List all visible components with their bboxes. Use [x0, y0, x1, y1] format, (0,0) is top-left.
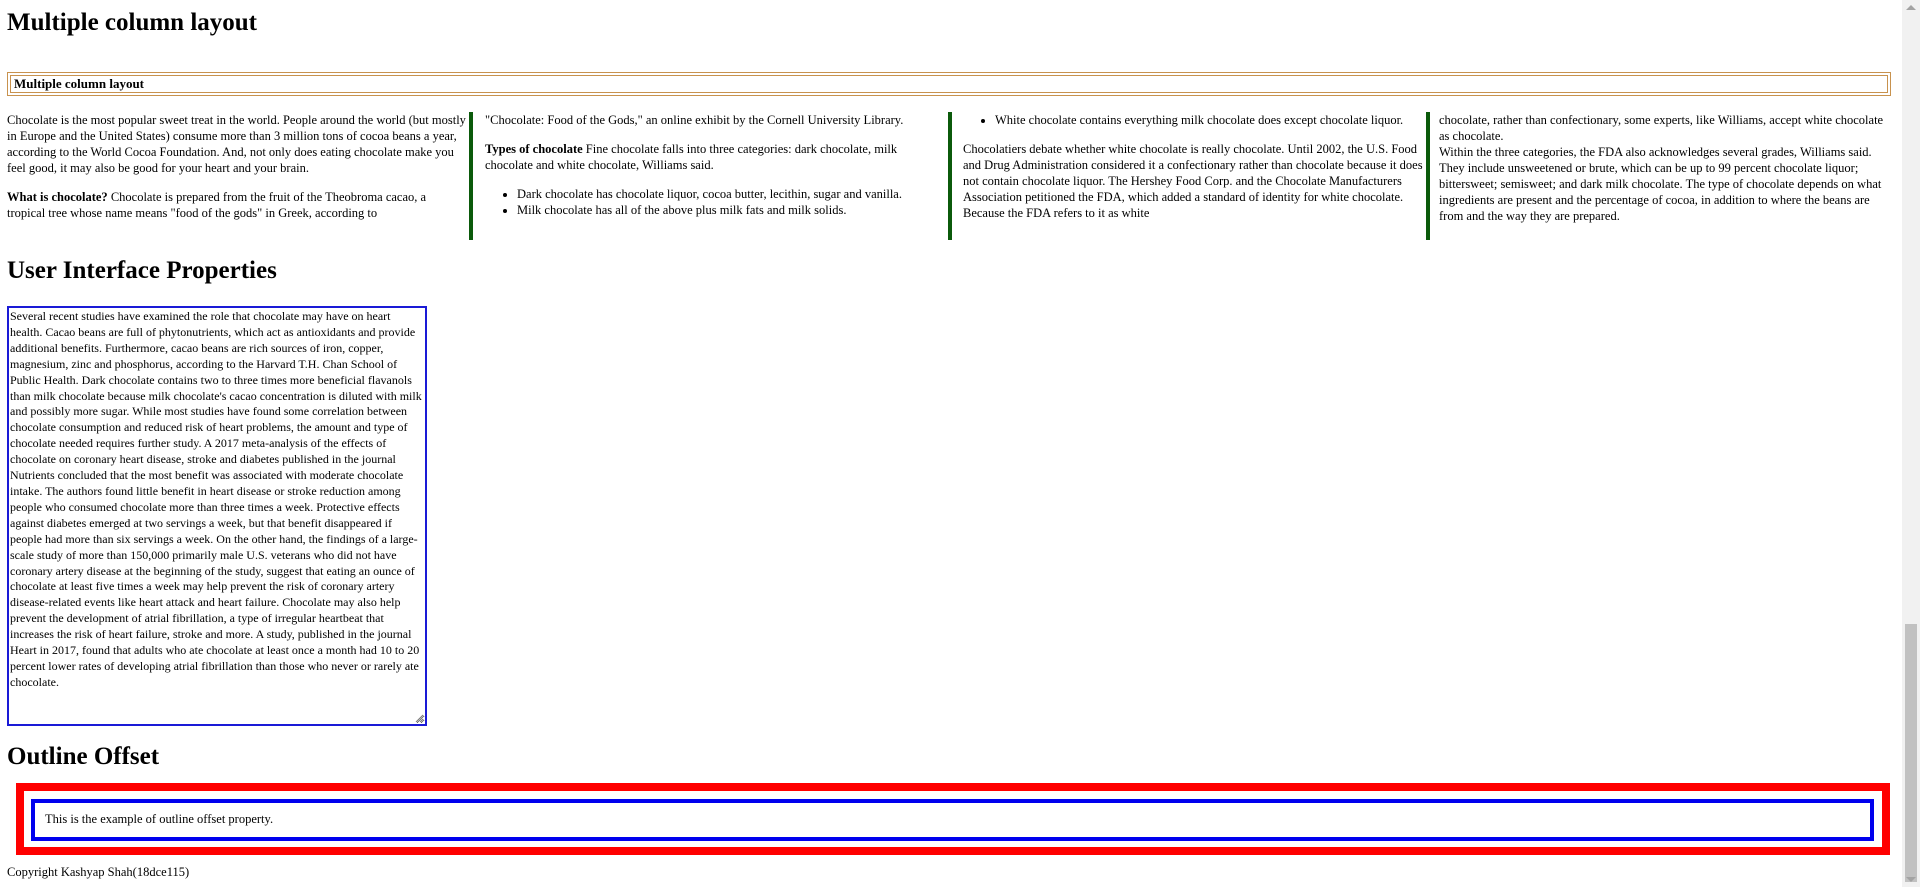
column-4: chocolate, rather than confectionary, so…	[1439, 112, 1891, 240]
column-paragraph: What is chocolate? Chocolate is prepared…	[7, 189, 467, 221]
column-paragraph: Chocolatiers debate whether white chocol…	[963, 142, 1423, 220]
list-item: White chocolate contains everything milk…	[995, 112, 1423, 128]
bold-term: Types of chocolate	[485, 142, 583, 156]
column-rule	[469, 112, 473, 240]
heading-multiple-column-layout: Multiple column layout	[7, 9, 258, 36]
bold-term: What is chocolate?	[7, 190, 108, 204]
column-2: "Chocolate: Food of the Gods," an online…	[485, 112, 945, 240]
list-item: Dark chocolate has chocolate liquor, coc…	[517, 186, 945, 202]
chocolate-list: Dark chocolate has chocolate liquor, coc…	[485, 186, 945, 218]
resizable-textarea[interactable]: Several recent studies have examined the…	[7, 306, 427, 726]
column-3: White chocolate contains everything milk…	[963, 112, 1423, 240]
column-rule	[948, 112, 952, 240]
heading-outline-offset: Outline Offset	[7, 743, 160, 770]
vertical-scrollbar[interactable]	[1902, 0, 1920, 887]
fieldset-box: Multiple column layout	[7, 72, 1891, 96]
column-1: Chocolate is the most popular sweet trea…	[7, 112, 467, 240]
column-paragraph: "Chocolate: Food of the Gods," an online…	[485, 113, 904, 127]
column-paragraph: Chocolate is the most popular sweet trea…	[7, 113, 466, 175]
chocolate-list: White chocolate contains everything milk…	[963, 112, 1423, 128]
column-paragraph: Within the three categories, the FDA als…	[1439, 145, 1882, 223]
fieldset-label: Multiple column layout	[10, 75, 1888, 93]
multi-column-section: Chocolate is the most popular sweet trea…	[7, 112, 1891, 240]
column-rule	[1426, 112, 1430, 240]
heading-user-interface-properties: User Interface Properties	[7, 257, 277, 284]
footer-copyright: Copyright Kashyap Shah(18dce115)	[7, 865, 190, 879]
scroll-down-icon[interactable]	[1906, 877, 1916, 882]
scroll-up-icon[interactable]	[1906, 5, 1916, 10]
outline-offset-box: This is the example of outline offset pr…	[31, 799, 1874, 841]
column-paragraph: Types of chocolate Fine chocolate falls …	[485, 141, 945, 173]
column-paragraph: chocolate, rather than confectionary, so…	[1439, 113, 1884, 143]
resize-grip-icon[interactable]	[414, 713, 424, 723]
list-item: Milk chocolate has all of the above plus…	[517, 202, 945, 218]
scrollbar-thumb[interactable]	[1905, 624, 1917, 882]
outline-text: This is the example of outline offset pr…	[45, 812, 274, 826]
